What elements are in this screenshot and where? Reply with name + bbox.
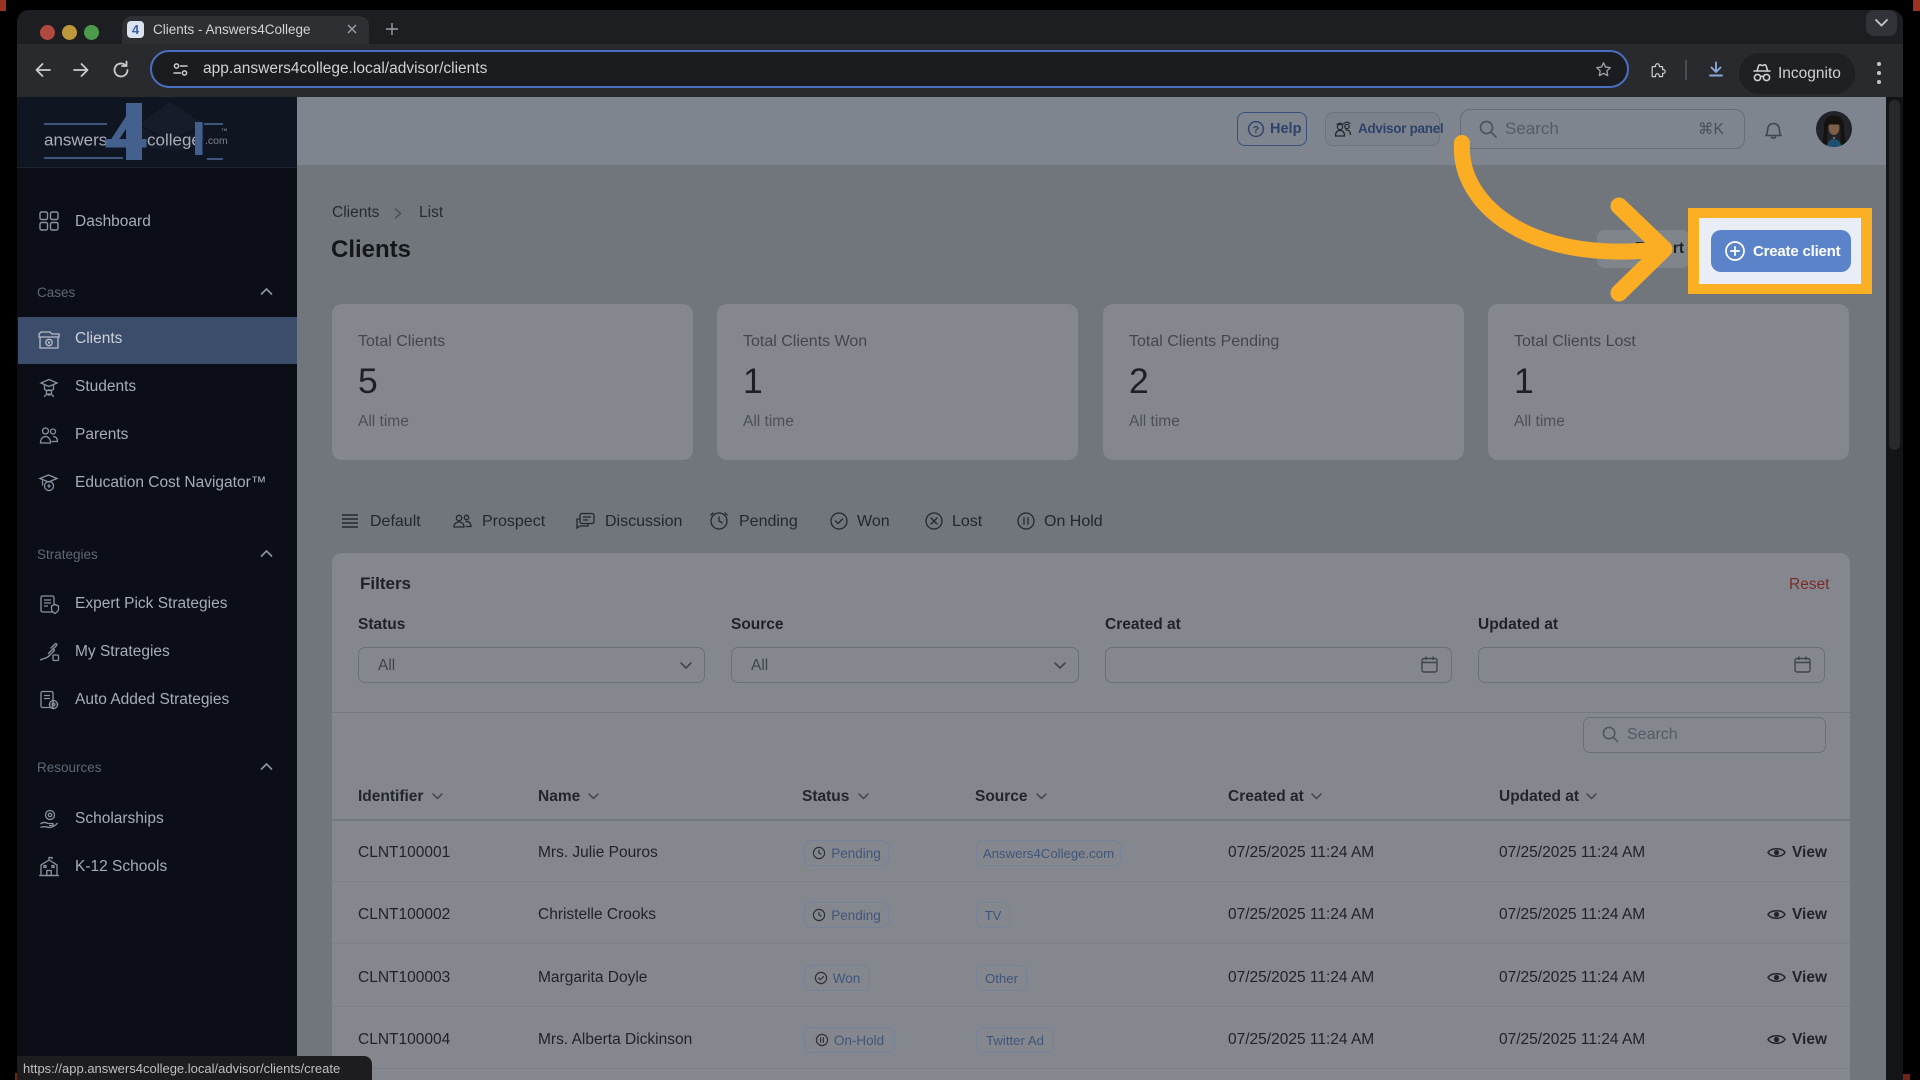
svg-text:answers: answers bbox=[44, 131, 107, 150]
svg-text:™: ™ bbox=[221, 128, 228, 135]
svg-text:.com: .com bbox=[205, 135, 228, 147]
svg-text:?: ? bbox=[1253, 124, 1259, 136]
svg-text:college: college bbox=[147, 131, 201, 150]
